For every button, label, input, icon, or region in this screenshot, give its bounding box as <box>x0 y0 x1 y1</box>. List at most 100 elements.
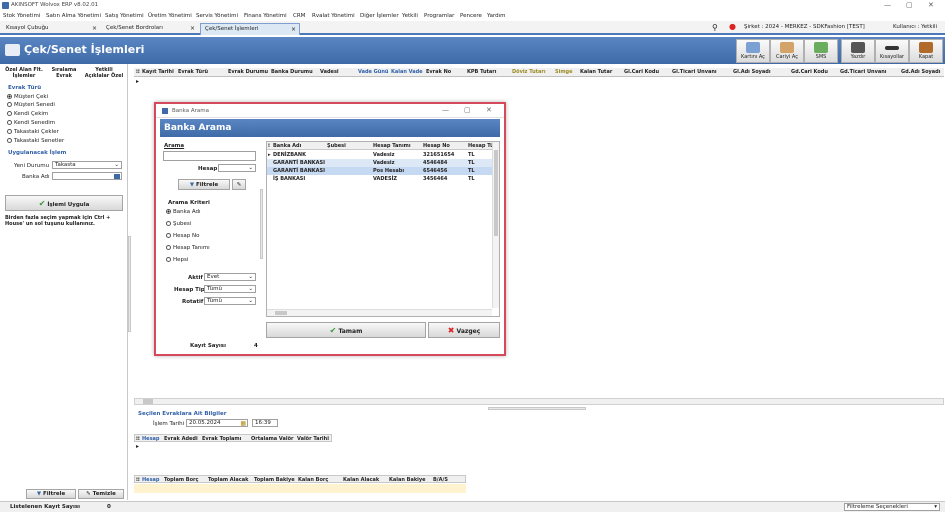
radio-musteri-ceki[interactable]: Müşteri Çeki <box>7 94 48 100</box>
menu-rvalat[interactable]: Rvalat Yönetimi <box>312 13 355 19</box>
col-doviz-tutari[interactable]: Döviz Tutarı <box>512 69 546 75</box>
search-icon[interactable]: ⚲ <box>712 23 718 32</box>
radio-hesap-tanimi[interactable]: Hesap Tanımı <box>166 245 210 251</box>
print-button[interactable]: Yazdır <box>841 39 875 63</box>
menu-uretim[interactable]: Üretim Yönetimi <box>148 13 192 19</box>
col-gl-cari-kodu[interactable]: Gl.Cari Kodu <box>624 69 659 75</box>
col-evrak-toplami[interactable]: Evrak Toplamı <box>202 436 241 442</box>
col-hesap-tanimi[interactable]: Hesap Tanımı <box>373 143 411 149</box>
col-toplam-alacak[interactable]: Toplam Alacak <box>208 477 248 483</box>
tab-ozel-alan[interactable]: Özel Alan Flt. İşlemler <box>4 67 44 79</box>
col-hesap-2[interactable]: Hesap <box>142 477 160 483</box>
grid-horizontal-scrollbar[interactable] <box>134 398 944 405</box>
menu-satin-alma[interactable]: Satın Alma Yönetimi <box>46 13 101 19</box>
menu-yetkili[interactable]: Yetkili <box>402 13 418 19</box>
aktif-select[interactable]: Evet ⌄ <box>204 273 256 281</box>
maximize-button[interactable]: ▢ <box>906 1 913 9</box>
col-evrak-no[interactable]: Evrak No <box>426 69 451 75</box>
col-gd-cari-kodu[interactable]: Gd.Cari Kodu <box>791 69 828 75</box>
filter-button[interactable]: ▼ Filtrele <box>26 489 76 499</box>
table-row[interactable]: GARANTİ BANKASI Pos Hesabı 6546456 TL <box>267 167 495 175</box>
menu-programlar[interactable]: Programlar <box>424 13 454 19</box>
col-evrak-durumu[interactable]: Evrak Durumu <box>228 69 268 75</box>
islem-saat-field[interactable]: 16:39 <box>252 419 278 427</box>
lookup-icon[interactable] <box>114 174 120 179</box>
menu-satis[interactable]: Satış Yönetimi <box>105 13 144 19</box>
tab-islemler[interactable]: Çek/Senet İşlemleri × <box>200 23 300 35</box>
cancel-button[interactable]: ✖ Vazgeç <box>428 322 500 338</box>
radio-banka-adi[interactable]: Banka Adı <box>166 209 201 215</box>
col-evrak-adedi[interactable]: Evrak Adedi <box>164 436 198 442</box>
close-window-button[interactable]: ✕ <box>928 1 934 9</box>
radio-hesap-no[interactable]: Hesap No <box>166 233 199 239</box>
col-banka-durumu[interactable]: Banka Durumu <box>271 69 313 75</box>
radio-musteri-senedi[interactable]: Müşteri Senedi <box>7 102 55 108</box>
close-page-button[interactable]: Kapat <box>909 39 943 63</box>
rotatif-select[interactable]: Tümü ⌄ <box>204 297 256 305</box>
tab-siralama[interactable]: Sıralama Evrak <box>44 67 84 79</box>
results-horizontal-scrollbar[interactable] <box>267 309 492 316</box>
col-kalan-vade[interactable]: Kalan Vade <box>391 69 423 75</box>
minimize-button[interactable]: — <box>442 106 449 114</box>
dialog-filter-button[interactable]: ▼ Filtrele <box>178 179 230 190</box>
open-card-button[interactable]: Kartını Aç <box>736 39 770 63</box>
bottom-splitter[interactable] <box>488 407 586 410</box>
col-hesap-no[interactable]: Hesap No <box>423 143 450 149</box>
col-valor-tarihi[interactable]: Valör Tarihi <box>297 436 329 442</box>
col-ortalama-valor[interactable]: Ortalama Valör <box>251 436 293 442</box>
col-hesap[interactable]: Hesap <box>142 436 160 442</box>
col-banka-adi[interactable]: Banka Adı <box>273 143 301 149</box>
col-toplam-borc[interactable]: Toplam Borç <box>164 477 198 483</box>
dialog-splitter[interactable] <box>260 189 263 259</box>
filter-options-select[interactable]: Filtreleme Seçenekleri ▾ <box>844 503 940 511</box>
menu-pencere[interactable]: Pencere <box>460 13 482 19</box>
table-row[interactable]: ▸ DENİZBANK Vadesiz 321651654 TL <box>267 151 495 159</box>
sms-button[interactable]: SMS <box>804 39 838 63</box>
results-vertical-scrollbar[interactable] <box>492 142 499 308</box>
col-kalan-bakiye[interactable]: Kalan Bakiye <box>389 477 426 483</box>
radio-subesi[interactable]: Şubesi <box>166 221 191 227</box>
calendar-icon[interactable]: ▦ <box>240 420 246 427</box>
col-hesap-turu[interactable]: Hesap Tü <box>468 143 494 149</box>
col-vadesi[interactable]: Vadesi <box>320 69 339 75</box>
menu-servis[interactable]: Servis Yönetimi <box>196 13 238 19</box>
col-evrak-turu[interactable]: Evrak Türü <box>178 69 208 75</box>
scrollbar-thumb[interactable] <box>143 399 153 404</box>
close-icon[interactable]: × <box>291 26 296 33</box>
col-gl-adi-soyadi[interactable]: Gl.Adı Soyadı <box>733 69 771 75</box>
col-subesi[interactable]: Şubesi <box>327 143 346 149</box>
col-kpb-tutari[interactable]: KPB Tutarı <box>467 69 496 75</box>
banka-adi-field[interactable] <box>52 172 122 180</box>
radio-takastaki-cekler[interactable]: Takastaki Çekler <box>7 129 59 135</box>
col-kalan-tutar[interactable]: Kalan Tutar <box>580 69 612 75</box>
col-kayit-tarihi[interactable]: Kayıt Tarihi <box>142 69 174 75</box>
menu-crm[interactable]: CRM <box>293 13 305 19</box>
col-simge[interactable]: Simge <box>555 69 573 75</box>
radio-hepsi[interactable]: Hepsi <box>166 257 188 263</box>
minimize-button[interactable]: — <box>884 1 891 9</box>
table-row[interactable]: İŞ BANKASI VADESİZ 3456464 TL <box>267 175 495 183</box>
apply-action-button[interactable]: ✔ İşlemi Uygula <box>5 195 123 211</box>
close-dialog-button[interactable]: ✕ <box>486 106 492 114</box>
maximize-button[interactable]: ▢ <box>464 106 471 114</box>
ok-button[interactable]: ✔ Tamam <box>266 322 426 338</box>
left-splitter[interactable] <box>128 236 131 332</box>
table-row[interactable]: GARANTİ BANKASI Vadesiz 4546484 TL <box>267 159 495 167</box>
menu-yardim[interactable]: Yardım <box>487 13 506 19</box>
notification-bell-icon[interactable]: ● <box>729 22 736 31</box>
close-icon[interactable]: × <box>92 25 97 32</box>
yeni-durumu-select[interactable]: Takasta ⌄ <box>52 161 122 169</box>
dialog-clear-button[interactable]: ✎ <box>232 179 246 190</box>
col-gd-adi-soyadi[interactable]: Gd.Adı Soyadı <box>901 69 940 75</box>
tab-yetkili[interactable]: Yetkili Açıklalar Özel <box>84 67 124 79</box>
tab-bordrolar[interactable]: Çek/Senet Bordroları × <box>102 23 198 35</box>
menu-finans[interactable]: Finans Yönetimi <box>244 13 287 19</box>
col-kalan-borc[interactable]: Kalan Borç <box>298 477 328 483</box>
scrollbar-thumb[interactable] <box>275 311 287 315</box>
shortcuts-button[interactable]: Kısayollar <box>875 39 909 63</box>
close-icon[interactable]: × <box>190 25 195 32</box>
col-kalan-alacak[interactable]: Kalan Alacak <box>343 477 379 483</box>
col-gl-ticari-unvani[interactable]: Gl.Ticari Unvanı <box>672 69 717 75</box>
hesap-tipi-select[interactable]: Tümü ⌄ <box>204 285 256 293</box>
col-bas[interactable]: B/A/S <box>433 477 448 483</box>
